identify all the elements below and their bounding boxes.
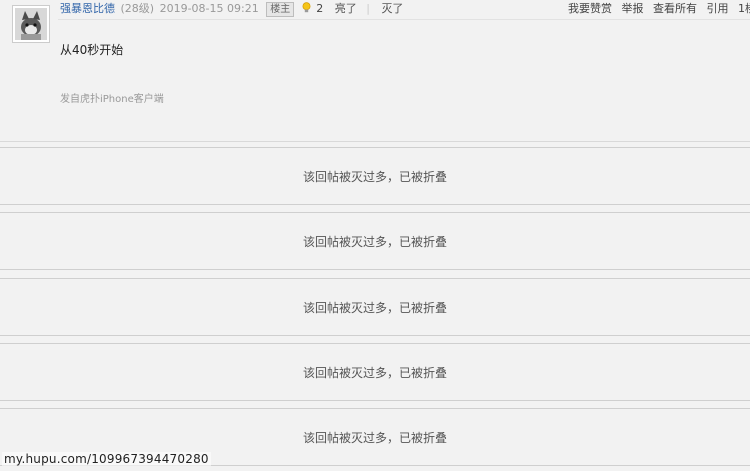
- user-level: (28级): [120, 2, 155, 15]
- reward-link[interactable]: 我要赞赏: [568, 2, 612, 15]
- light-bulb-icon: [302, 2, 311, 19]
- watermark: my.hupu.com/109967394470280: [2, 452, 211, 466]
- post-meta: 强暴恩比德 (28级) 2019-08-15 09:21 楼主 2 亮了 | 灭…: [60, 1, 403, 17]
- separator: |: [366, 2, 370, 15]
- folded-reply[interactable]: 该回帖被灭过多，已被折叠: [0, 212, 750, 270]
- folded-reply[interactable]: 该回帖被灭过多，已被折叠: [0, 278, 750, 336]
- username-link[interactable]: 强暴恩比德: [60, 2, 115, 15]
- avatar-image: [15, 8, 47, 40]
- avatar[interactable]: [12, 5, 50, 43]
- folded-reply[interactable]: 该回帖被灭过多，已被折叠: [0, 343, 750, 401]
- post-source: 发自虎扑iPhone客户端: [60, 94, 164, 105]
- light-button[interactable]: 亮了: [335, 2, 357, 15]
- folded-reply[interactable]: 该回帖被灭过多，已被折叠: [0, 147, 750, 205]
- post-time: 2019-08-15 09:21: [159, 2, 259, 15]
- view-all-link[interactable]: 查看所有: [653, 2, 697, 15]
- divider: [58, 19, 750, 20]
- post-floor-1: 强暴恩比德 (28级) 2019-08-15 09:21 楼主 2 亮了 | 灭…: [0, 0, 750, 142]
- floor-number: 1楼: [738, 2, 750, 15]
- op-badge: 楼主: [266, 2, 295, 17]
- light-count: 2: [316, 2, 324, 15]
- dark-button[interactable]: 灭了: [381, 2, 403, 15]
- report-link[interactable]: 举报: [622, 2, 644, 15]
- quote-link[interactable]: 引用: [707, 2, 729, 15]
- post-content: 从40秒开始: [60, 43, 124, 57]
- post-actions: 我要赞赏 举报 查看所有 引用 1楼: [562, 1, 750, 17]
